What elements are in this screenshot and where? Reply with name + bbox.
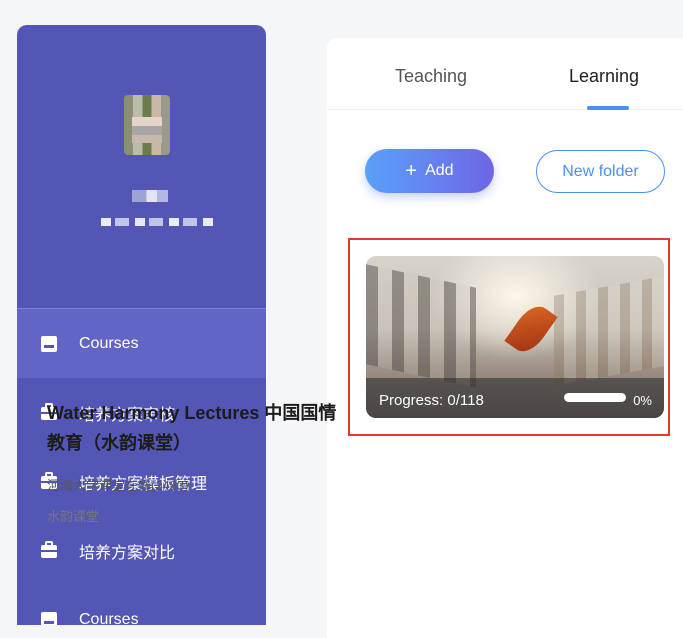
course-title[interactable]: Water Harmony Lectures 中国国情教育（水韵课堂） xyxy=(47,398,337,458)
progress-bar xyxy=(564,393,626,402)
sidebar-menu: Courses 培养方案审核 培养方案模板管理 培养方案对比 Courses xyxy=(17,309,266,625)
sidebar-item-plan-compare[interactable]: 培养方案对比 xyxy=(17,516,266,585)
leaf-image xyxy=(504,299,558,359)
progress-percent: 0% xyxy=(633,393,652,408)
user-info-redacted xyxy=(101,218,217,226)
sidebar-item-courses[interactable]: Courses xyxy=(17,309,266,378)
main-panel: Teaching Learning + Add New folder Progr… xyxy=(327,38,683,638)
course-tag: 水韵课堂 xyxy=(47,509,100,524)
sidebar-item-label: Courses xyxy=(79,334,139,352)
course-organization: 河海大学课堂在线(2483) xyxy=(47,478,189,493)
tab-learning[interactable]: Learning xyxy=(569,66,639,87)
sidebar: Courses 培养方案审核 培养方案模板管理 培养方案对比 Courses xyxy=(17,25,266,625)
briefcase-icon xyxy=(41,541,57,558)
add-button[interactable]: + Add xyxy=(365,149,494,193)
sidebar-item-courses-2[interactable]: Courses xyxy=(17,585,266,625)
progress-text: Progress: 0/118 xyxy=(379,392,484,409)
avatar[interactable] xyxy=(124,95,170,155)
tab-bar: Teaching Learning xyxy=(327,38,683,110)
course-thumbnail[interactable]: Progress: 0/118 0% xyxy=(366,256,664,418)
active-tab-indicator xyxy=(587,106,629,110)
course-card-highlight: Progress: 0/118 0% xyxy=(348,238,670,436)
tab-teaching[interactable]: Teaching xyxy=(395,66,467,87)
new-folder-button[interactable]: New folder xyxy=(536,150,665,193)
sidebar-item-label: Courses xyxy=(79,610,139,626)
sidebar-item-label: 培养方案对比 xyxy=(79,544,176,562)
add-button-label: Add xyxy=(425,162,454,179)
document-icon xyxy=(41,335,57,352)
user-name-redacted xyxy=(132,190,168,202)
plus-icon: + xyxy=(405,160,418,182)
thumbnail-railing-right xyxy=(554,276,664,386)
thumbnail-railing-left xyxy=(366,264,476,388)
document-icon xyxy=(41,611,57,625)
progress-overlay: Progress: 0/118 0% xyxy=(366,378,664,418)
